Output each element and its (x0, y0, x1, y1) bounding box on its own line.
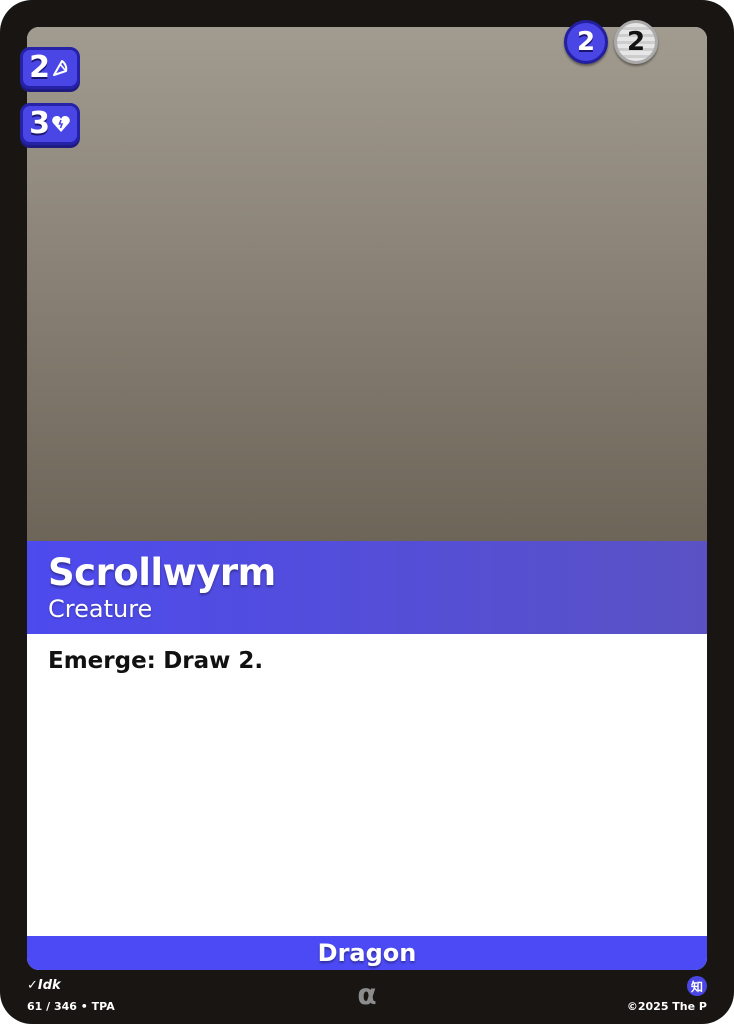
rules-effect: Draw 2. (163, 648, 264, 674)
power-icon (52, 60, 68, 76)
language-mark-icon: 知 (687, 976, 707, 996)
card-type: Creature (48, 595, 153, 623)
power-badge: 2 (20, 47, 80, 89)
rules-textbox: Emerge: Draw 2. (27, 634, 707, 936)
card: Scrollwyrm Creature Emerge: Draw 2. Drag… (0, 0, 734, 1024)
card-name: Scrollwyrm (48, 551, 276, 594)
health-icon (52, 116, 70, 132)
power-value: 2 (29, 50, 50, 85)
rules-keyword: Emerge: (48, 648, 156, 674)
card-art (27, 27, 707, 541)
artist-name: Idk (37, 978, 61, 993)
card-frame: Scrollwyrm Creature Emerge: Draw 2. Drag… (27, 27, 707, 970)
health-value: 3 (29, 106, 50, 141)
artist-credit: ✓Idk (27, 978, 61, 993)
rules-text: Emerge: Draw 2. (48, 648, 263, 674)
card-subtype: Dragon (317, 939, 417, 967)
health-badge: 3 (20, 103, 80, 145)
subtype-bar: Dragon (27, 936, 707, 970)
set-info: 61 / 346 • TPA (27, 1000, 115, 1013)
colored-cost-pip: 2 (564, 20, 608, 64)
name-bar: Scrollwyrm Creature (27, 541, 707, 634)
generic-cost-pip: 2 (614, 20, 658, 64)
rarity-symbol: α (357, 978, 377, 1011)
pen-icon: ✓ (27, 978, 38, 993)
copyright: ©2025 The P (626, 1000, 707, 1013)
